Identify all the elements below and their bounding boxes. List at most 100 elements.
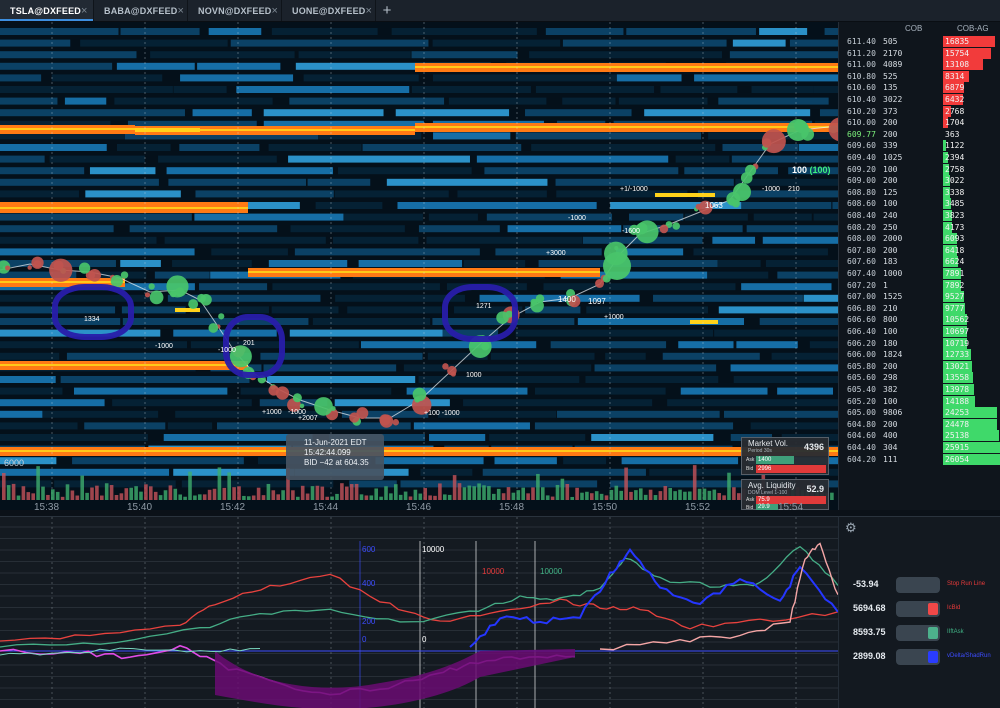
ladder-row[interactable]: 604.20 111 26054 [839, 453, 1000, 465]
ladder-row[interactable]: 607.60 183 6624 [839, 256, 1000, 268]
cob-cell: 339 [883, 141, 898, 151]
liquidity-streak [535, 86, 655, 93]
market-vol-widget: Market Vol. Period 30s 4396 Ask 1400 Bid… [741, 437, 829, 475]
volume-bar [261, 495, 266, 500]
indicator-swatch[interactable] [896, 601, 940, 617]
ladder-row[interactable]: 606.00 1824 12733 [839, 349, 1000, 361]
volume-bar [300, 485, 305, 500]
indicator-panel[interactable]: 600 10000 10000 10000 400 200 0 0 [0, 516, 838, 708]
close-icon[interactable]: × [81, 5, 88, 17]
indicator-swatch[interactable] [896, 649, 940, 665]
ladder-row[interactable]: 605.60 298 13558 [839, 372, 1000, 384]
ladder-row[interactable]: 607.40 1000 7891 [839, 268, 1000, 279]
liquidity-streak [418, 225, 500, 233]
ladder-row[interactable]: 605.20 100 14188 [839, 395, 1000, 407]
ladder-row[interactable]: 611.40 505 16835 [839, 36, 1000, 47]
liquidity-streak [621, 457, 739, 465]
heatmap-chart[interactable]: 6000 1334 201 1271 1400 1097 1000 1063 -… [0, 22, 838, 510]
tab-baba[interactable]: BABA@DXFEED × [94, 0, 188, 21]
trade-bubble [762, 138, 772, 148]
price-cell: 607.00 [847, 292, 876, 302]
liquidity-streak [266, 376, 416, 383]
ladder-row[interactable]: 610.60 135 6879 [839, 82, 1000, 94]
last-size: 100 [792, 165, 808, 175]
volume-bar [85, 492, 89, 500]
ladder-row[interactable]: 607.80 200 6418 [839, 244, 1000, 256]
ladder-row[interactable]: 604.60 400 25138 [839, 430, 1000, 442]
tab-tsla[interactable]: TSLA@DXFEED × [0, 0, 94, 21]
volume-bar [31, 493, 35, 500]
ladder-row[interactable]: 609.60 339 1122 [839, 140, 1000, 152]
ladder-row[interactable]: 606.40 100 10697 [839, 326, 1000, 337]
ladder-row[interactable]: 606.20 180 10719 [839, 337, 1000, 349]
ladder-row[interactable]: 607.20 1 7892 [839, 279, 1000, 291]
tab-novn[interactable]: NOVN@DXFEED × [188, 0, 282, 21]
volume-bar [222, 487, 227, 500]
close-icon[interactable]: × [271, 5, 278, 17]
indicator-swatch[interactable] [896, 577, 940, 593]
trade-label: -1600 [622, 228, 640, 235]
ladder-row[interactable]: 608.20 250 4173 [839, 221, 1000, 233]
volume-bar [320, 486, 325, 500]
ladder-row[interactable]: 604.80 200 24478 [839, 418, 1000, 430]
indicator-row[interactable]: 8593.75 IIftAsk [839, 623, 1000, 643]
ladder-row[interactable]: 608.00 2000 6093 [839, 233, 1000, 245]
liquidity-streak [789, 39, 838, 47]
ladder-row[interactable]: 609.40 1025 2394 [839, 152, 1000, 163]
gear-icon[interactable]: ⚙ [845, 520, 857, 536]
ladder-row[interactable]: 606.80 210 9777 [839, 302, 1000, 314]
liquidity-streak [0, 86, 173, 93]
volume-bar [21, 486, 26, 500]
ladder-row[interactable]: 605.80 200 13021 [839, 360, 1000, 372]
ask-label: Ask [746, 497, 755, 503]
liquidity-streak [403, 364, 592, 372]
trade-bubble [659, 224, 669, 234]
liquidity-streak [741, 202, 832, 209]
ladder-row[interactable]: 608.60 100 3485 [839, 198, 1000, 210]
liquidity-streak [168, 178, 307, 186]
indicator-row[interactable]: 5694.68 IcBid [839, 599, 1000, 619]
trade-bubble [447, 365, 457, 376]
liquidity-streak [315, 202, 383, 209]
ladder-row[interactable]: 608.80 125 3338 [839, 186, 1000, 198]
volume-bar [447, 494, 452, 500]
ladder-row[interactable]: 607.00 1525 9527 [839, 291, 1000, 303]
ladder-row[interactable]: 604.40 304 25915 [839, 442, 1000, 453]
volume-bar [193, 495, 197, 500]
close-icon[interactable]: × [365, 5, 372, 17]
ladder-row[interactable]: 609.00 200 3022 [839, 175, 1000, 187]
close-icon[interactable]: × [177, 5, 184, 17]
ladder-row[interactable]: 609.20 100 2758 [839, 163, 1000, 175]
ladder-row[interactable]: 610.80 525 8314 [839, 70, 1000, 82]
volume-bar [653, 495, 658, 500]
ladder-row[interactable]: 606.60 800 10562 [839, 314, 1000, 326]
tab-uone[interactable]: UONE@DXFEED × [282, 0, 376, 21]
price-ladder[interactable]: COB COB-AG 611.40 505 16835 611.20 2170 15754… [838, 22, 1000, 510]
trade-bubble [392, 419, 400, 426]
liquidity-streak [813, 213, 838, 221]
liquidity-streak [294, 248, 480, 256]
ladder-row[interactable]: 608.40 240 3823 [839, 210, 1000, 221]
indicator-value: -53.94 [853, 579, 879, 589]
liquidity-streak [0, 213, 192, 221]
indicator-row[interactable]: -53.94 Stop Run Line [839, 575, 1000, 595]
volume-bar [256, 487, 261, 500]
ladder-row[interactable]: 605.00 9806 24253 [839, 407, 1000, 419]
volume-bar [590, 493, 594, 500]
volume-bar [722, 495, 726, 500]
liquidity-streak [678, 341, 734, 349]
ladder-row[interactable]: 611.00 4089 13108 [839, 59, 1000, 71]
ladder-row[interactable]: 605.40 382 13978 [839, 384, 1000, 395]
trade-bubble [292, 393, 302, 403]
ladder-row[interactable]: 610.20 373 2768 [839, 105, 1000, 117]
liquidity-streak [729, 51, 838, 59]
add-tab-icon[interactable]: + [376, 0, 398, 21]
indicator-row[interactable]: 2899.08 vDelta/ShadRun [839, 647, 1000, 667]
trade-bubble [88, 268, 102, 282]
ladder-row[interactable]: 609.77 200 363 [839, 129, 1000, 140]
indicator-swatch[interactable] [896, 625, 940, 641]
ladder-row[interactable]: 610.40 3022 6432 [839, 94, 1000, 105]
ladder-row[interactable]: 611.20 2170 15754 [839, 47, 1000, 59]
price-cell: 607.40 [847, 269, 876, 278]
ladder-row[interactable]: 610.00 200 1704 [839, 117, 1000, 129]
